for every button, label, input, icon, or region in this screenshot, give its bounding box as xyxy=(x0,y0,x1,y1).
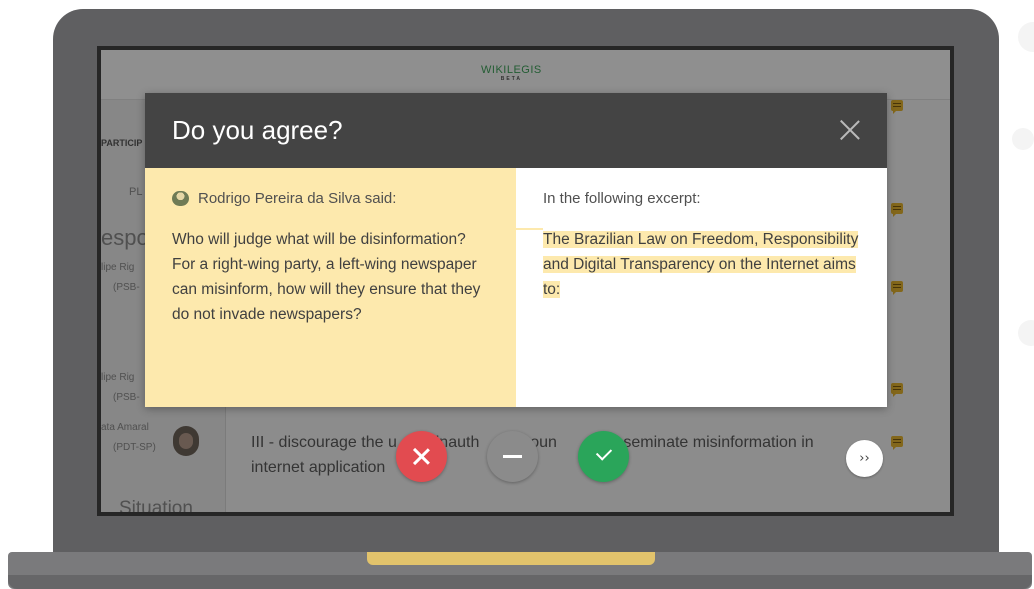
comment-pane: Rodrigo Pereira da Silva said: Who will … xyxy=(145,168,516,407)
agree-dialog: Do you agree? Rodrigo Pereira da Silva s… xyxy=(145,93,887,407)
next-button[interactable]: ›› xyxy=(846,440,883,477)
close-icon[interactable] xyxy=(840,120,860,140)
decorative-dot xyxy=(1018,22,1034,52)
decorative-dot xyxy=(1012,128,1034,150)
dialog-title: Do you agree? xyxy=(172,115,343,145)
laptop-notch xyxy=(367,552,655,565)
comment-text: Who will judge what will be disinformati… xyxy=(172,231,481,323)
neutral-button[interactable] xyxy=(487,431,538,482)
user-avatar-icon xyxy=(172,191,189,206)
comment-author: Rodrigo Pereira da Silva said: xyxy=(172,190,489,207)
laptop-base-shade xyxy=(8,575,1032,589)
highlight-connector xyxy=(516,228,543,230)
dialog-body: Rodrigo Pereira da Silva said: Who will … xyxy=(145,168,887,407)
excerpt-pane: In the following excerpt: The Brazilian … xyxy=(516,168,887,407)
dialog-header: Do you agree? xyxy=(145,93,887,168)
excerpt-text: The Brazilian Law on Freedom, Responsibi… xyxy=(543,231,859,298)
author-label: Rodrigo Pereira da Silva said: xyxy=(198,190,397,207)
excerpt-label: In the following excerpt: xyxy=(543,190,701,207)
decorative-dot xyxy=(1018,320,1034,346)
agree-button[interactable] xyxy=(578,431,629,482)
disagree-button[interactable] xyxy=(396,431,447,482)
